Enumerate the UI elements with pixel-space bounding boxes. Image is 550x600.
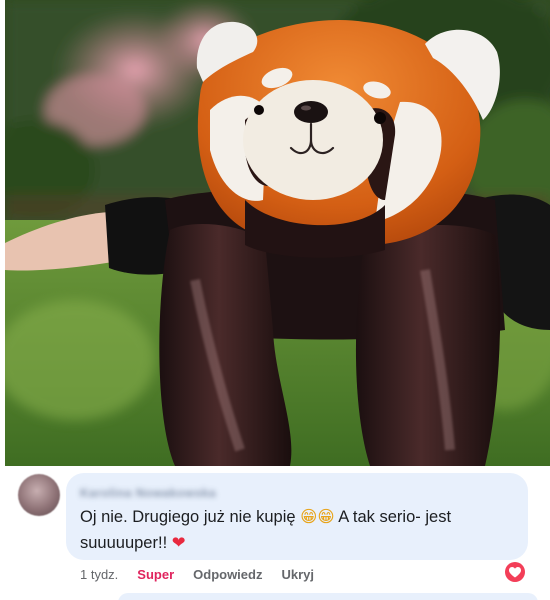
next-comment-bubble: [118, 593, 538, 600]
comment: Karolina Nowakowska Oj nie. Drugiego już…: [0, 466, 550, 600]
comment-author[interactable]: Karolina Nowakowska: [80, 486, 216, 500]
comment-timestamp[interactable]: 1 tydz.: [80, 567, 118, 582]
post-photo[interactable]: [5, 0, 550, 466]
avatar[interactable]: [18, 474, 60, 516]
like-button[interactable]: Super: [137, 567, 174, 582]
comment-bubble: Karolina Nowakowska Oj nie. Drugiego już…: [66, 473, 528, 560]
reply-button[interactable]: Odpowiedz: [193, 567, 262, 582]
heart-reaction-icon[interactable]: [505, 562, 525, 582]
comment-text-main: Oj nie. Drugiego już nie kupię: [80, 508, 296, 526]
red-panda-plush-image: [5, 0, 550, 466]
grinning-face-emoji-icon: 😁: [300, 507, 318, 526]
red-heart-emoji-icon: ❤: [171, 533, 186, 552]
hide-button[interactable]: Ukryj: [281, 567, 314, 582]
comment-actions: 1 tydz. Super Odpowiedz Ukryj: [80, 566, 333, 582]
comment-text: Oj nie. Drugiego już nie kupię 😁😁 A tak …: [80, 504, 520, 556]
heart-icon: [509, 566, 521, 577]
grinning-face-emoji-icon: 😁: [317, 507, 335, 526]
